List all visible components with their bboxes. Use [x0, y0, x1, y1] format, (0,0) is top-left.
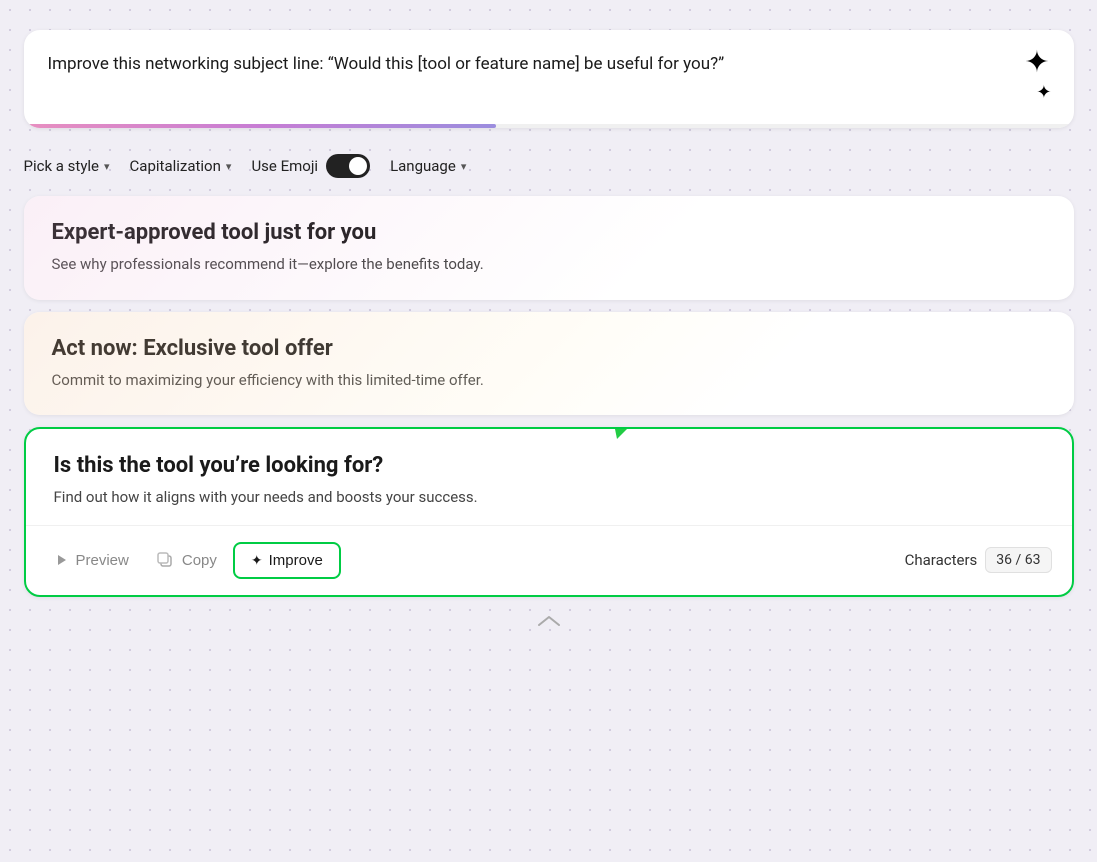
char-badge: 36 / 63	[985, 547, 1051, 573]
capitalization-picker[interactable]: Capitalization ▾	[130, 157, 232, 175]
arrow-annotation	[562, 427, 762, 439]
action-bar: Preview Copy ✦ Improve Characters 36 / 6…	[26, 525, 1072, 595]
capitalization-chevron: ▾	[226, 160, 232, 173]
style-picker[interactable]: Pick a style ▾	[24, 157, 110, 175]
style-chevron: ▾	[104, 160, 110, 173]
input-card: Improve this networking subject line: “W…	[24, 30, 1074, 128]
card-1-title: Expert-approved tool just for you	[52, 220, 1046, 245]
emoji-label: Use Emoji	[251, 157, 318, 175]
card-3-title: Is this the tool you’re looking for?	[54, 453, 1044, 478]
language-picker[interactable]: Language ▾	[390, 157, 466, 175]
emoji-toggle-group: Use Emoji	[251, 154, 370, 178]
language-chevron: ▾	[461, 160, 467, 173]
capitalization-label: Capitalization	[130, 157, 221, 175]
language-label: Language	[390, 157, 456, 175]
action-bar-left: Preview Copy ✦ Improve	[46, 542, 905, 579]
char-counter: Characters 36 / 63	[905, 547, 1052, 573]
main-container: Improve this networking subject line: “W…	[24, 20, 1074, 633]
card-1-subtitle: See why professionals recommend it—explo…	[52, 253, 1046, 276]
progress-bar	[24, 124, 497, 128]
input-text: Improve this networking subject line: “W…	[48, 52, 1025, 78]
copy-icon	[157, 552, 173, 568]
toolbar: Pick a style ▾ Capitalization ▾ Use Emoj…	[24, 140, 1074, 184]
preview-icon	[58, 555, 66, 565]
card-2-subtitle: Commit to maximizing your efficiency wit…	[52, 369, 1046, 392]
result-card-1[interactable]: Expert-approved tool just for you See wh…	[24, 196, 1074, 300]
copy-button[interactable]: Copy	[145, 546, 229, 575]
card-2-title: Act now: Exclusive tool offer	[52, 336, 1046, 361]
progress-bar-container	[24, 124, 1074, 128]
preview-label: Preview	[76, 552, 129, 569]
sparkle-icon: ✦✦	[1024, 48, 1049, 108]
result-card-3[interactable]: Is this the tool you’re looking for? Fin…	[24, 427, 1074, 597]
style-label: Pick a style	[24, 157, 100, 175]
emoji-toggle[interactable]	[326, 154, 370, 178]
toggle-knob	[349, 157, 367, 175]
characters-label: Characters	[905, 551, 978, 569]
improve-sparkle-icon: ✦	[251, 552, 263, 569]
preview-button[interactable]: Preview	[46, 546, 141, 575]
collapse-handle[interactable]	[24, 609, 1074, 633]
improve-label: Improve	[269, 552, 323, 569]
improve-button[interactable]: ✦ Improve	[233, 542, 341, 579]
card-3-subtitle: Find out how it aligns with your needs a…	[54, 486, 1044, 509]
chevron-up-icon	[534, 613, 564, 629]
result-card-2[interactable]: Act now: Exclusive tool offer Commit to …	[24, 312, 1074, 416]
copy-label: Copy	[182, 552, 217, 569]
